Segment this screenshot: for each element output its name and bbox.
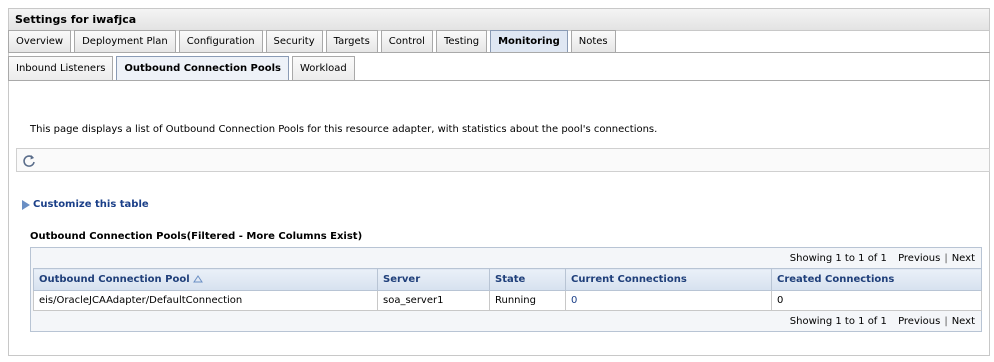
- table-header-row: Outbound Connection Pool Server State Cu…: [33, 268, 982, 291]
- table-title: Outbound Connection Pools(Filtered - Mor…: [30, 231, 363, 242]
- tab-notes[interactable]: Notes: [570, 30, 616, 52]
- cell-server: soa_server1: [377, 290, 490, 311]
- subtab-divider: [8, 80, 990, 81]
- table-container: Showing 1 to 1 of 1 Previous | Next Outb…: [30, 247, 982, 332]
- column-header-created-connections[interactable]: Created Connections: [771, 268, 982, 291]
- column-header-label: Outbound Connection Pool: [39, 274, 190, 285]
- tab-testing[interactable]: Testing: [435, 30, 488, 52]
- pager-previous-button[interactable]: Previous: [898, 253, 940, 264]
- cell-state: Running: [489, 290, 566, 311]
- subtab-workload[interactable]: Workload: [292, 56, 355, 80]
- pager-separator: |: [944, 252, 948, 264]
- cell-created-connections: 0: [771, 290, 982, 311]
- cell-current-connections-link[interactable]: 0: [565, 290, 772, 311]
- pager-bottom: Showing 1 to 1 of 1 Previous | Next: [31, 311, 981, 331]
- main-tabs: Overview Deployment Plan Configuration S…: [8, 30, 616, 52]
- sub-tabs: Inbound Listeners Outbound Connection Po…: [8, 56, 355, 80]
- tab-deployment-plan[interactable]: Deployment Plan: [74, 30, 176, 52]
- tab-targets[interactable]: Targets: [325, 30, 378, 52]
- cell-pool-name: eis/OracleJCAAdapter/DefaultConnection: [33, 290, 378, 311]
- tab-overview[interactable]: Overview: [8, 30, 72, 52]
- tab-control[interactable]: Control: [380, 30, 433, 52]
- pager-next-button[interactable]: Next: [952, 316, 975, 327]
- tab-security[interactable]: Security: [265, 30, 323, 52]
- subtab-outbound-connection-pools[interactable]: Outbound Connection Pools: [116, 56, 289, 80]
- page-title: Settings for iwafjca: [9, 9, 989, 31]
- connection-pools-table: Outbound Connection Pool Server State Cu…: [33, 268, 982, 311]
- tab-monitoring[interactable]: Monitoring: [490, 30, 568, 52]
- tab-divider: [8, 52, 990, 53]
- customize-table-label: Customize this table: [33, 199, 149, 210]
- pager-separator: |: [944, 315, 948, 327]
- column-header-outbound-connection-pool[interactable]: Outbound Connection Pool: [33, 268, 378, 291]
- pager-next-button[interactable]: Next: [952, 253, 975, 264]
- column-header-current-connections[interactable]: Current Connections: [565, 268, 772, 291]
- subtab-inbound-listeners[interactable]: Inbound Listeners: [8, 56, 114, 80]
- customize-table-link[interactable]: Customize this table: [22, 199, 149, 210]
- refresh-icon[interactable]: [22, 154, 36, 168]
- pager-previous-button[interactable]: Previous: [898, 316, 940, 327]
- pager-showing: Showing 1 to 1 of 1: [789, 252, 887, 264]
- expand-triangle-icon: [22, 199, 30, 210]
- column-header-state[interactable]: State: [489, 268, 566, 291]
- pager-top: Showing 1 to 1 of 1 Previous | Next: [31, 248, 981, 268]
- column-header-server[interactable]: Server: [377, 268, 490, 291]
- pager-showing: Showing 1 to 1 of 1: [789, 315, 887, 327]
- tab-configuration[interactable]: Configuration: [178, 30, 263, 52]
- table-toolbar: [16, 148, 990, 172]
- sort-ascending-icon[interactable]: [192, 275, 203, 283]
- page-description: This page displays a list of Outbound Co…: [30, 124, 658, 135]
- table-row: eis/OracleJCAAdapter/DefaultConnection s…: [33, 290, 982, 311]
